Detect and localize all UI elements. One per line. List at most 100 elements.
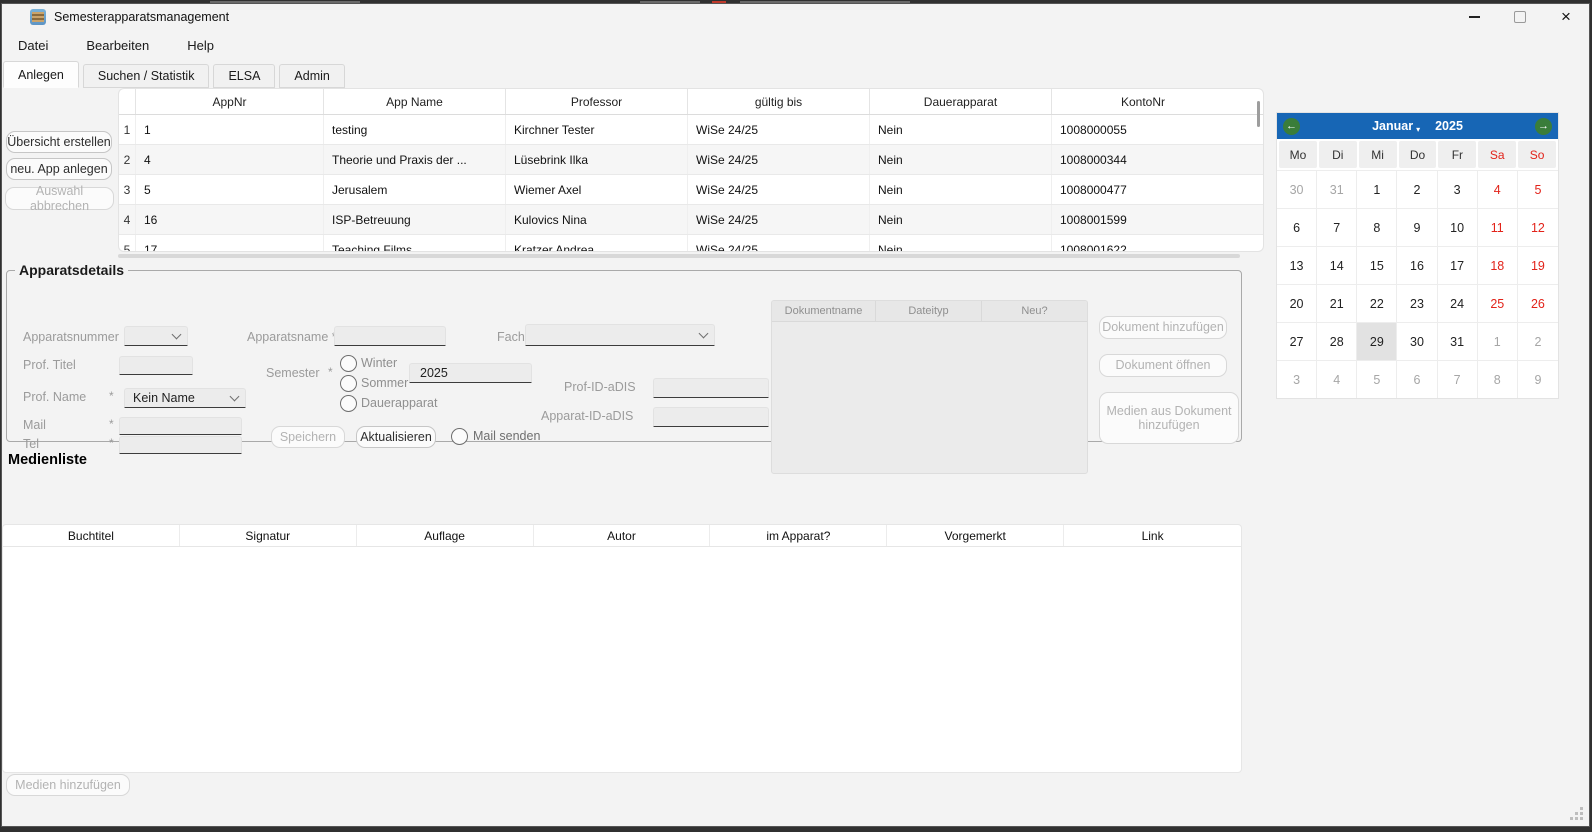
apparatsname-input[interactable] [334,326,446,346]
calendar-day[interactable]: 1 [1357,170,1397,208]
apps-column-header[interactable]: App Name [324,89,506,114]
prof-name-select[interactable]: Kein Name [124,388,246,408]
calendar-day[interactable]: 12 [1518,208,1558,246]
horizontal-scrollbar[interactable] [118,254,1240,258]
calendar-month[interactable]: Januar [1372,119,1413,133]
tab-suchen-statistik[interactable]: Suchen / Statistik [83,64,210,88]
close-button[interactable]: × [1543,4,1589,30]
calendar-day[interactable]: 4 [1478,170,1518,208]
calendar-day[interactable]: 14 [1317,246,1357,284]
calendar-day[interactable]: 28 [1317,322,1357,360]
table-row[interactable]: 24Theorie und Praxis der ...Lüsebrink Il… [119,145,1263,175]
table-row[interactable]: 416ISP-BetreuungKulovics NinaWiSe 24/25N… [119,205,1263,235]
table-row[interactable]: 35JerusalemWiemer AxelWiSe 24/25Nein1008… [119,175,1263,205]
calendar-day[interactable]: 24 [1438,284,1478,322]
calendar-day[interactable]: 15 [1357,246,1397,284]
apps-column-header[interactable]: KontoNr [1052,89,1234,114]
uebersicht-erstellen-button[interactable]: Übersicht erstellen [6,131,112,153]
calendar-day[interactable]: 13 [1277,246,1317,284]
calendar-day[interactable]: 1 [1478,322,1518,360]
documents-column-header[interactable]: Dateityp [876,301,982,321]
table-row[interactable]: 517Teaching FilmsKratzer AndreaWiSe 24/2… [119,235,1263,252]
tel-input[interactable] [119,436,242,454]
fach-select[interactable] [525,324,715,346]
resize-grip[interactable] [1569,806,1583,820]
calendar-day[interactable]: 7 [1317,208,1357,246]
calendar-day[interactable]: 7 [1438,360,1478,398]
calendar-day[interactable]: 8 [1357,208,1397,246]
calendar-prev-month-button[interactable]: ← [1283,118,1300,135]
neue-app-anlegen-button[interactable]: neu. App anlegen [6,158,112,180]
calendar-day[interactable]: 29 [1357,322,1397,360]
calendar-day[interactable]: 20 [1277,284,1317,322]
dauerapparat-radio[interactable] [340,395,357,412]
medienliste-column-header[interactable]: im Apparat? [710,525,887,546]
table-row[interactable]: 11testingKirchner TesterWiSe 24/25Nein10… [119,115,1263,145]
calendar-day[interactable]: 8 [1478,360,1518,398]
menu-bearbeiten[interactable]: Bearbeiten [78,34,157,57]
sommer-radio[interactable] [340,375,357,392]
semester-year-input[interactable]: 2025 [409,363,532,383]
calendar-day[interactable]: 5 [1357,360,1397,398]
calendar-day[interactable]: 11 [1478,208,1518,246]
calendar-day[interactable]: 25 [1478,284,1518,322]
calendar-day[interactable]: 16 [1397,246,1437,284]
tab-anlegen[interactable]: Anlegen [3,61,79,88]
table-cell: WiSe 24/25 [688,145,870,174]
calendar-day[interactable]: 9 [1397,208,1437,246]
calendar-day[interactable]: 19 [1518,246,1558,284]
calendar-day[interactable]: 17 [1438,246,1478,284]
calendar-day[interactable]: 23 [1397,284,1437,322]
calendar-day[interactable]: 3 [1438,170,1478,208]
calendar-day[interactable]: 5 [1518,170,1558,208]
documents-column-header[interactable]: Neu? [982,301,1087,321]
calendar-day[interactable]: 2 [1397,170,1437,208]
calendar-day[interactable]: 10 [1438,208,1478,246]
menu-help[interactable]: Help [179,34,222,57]
apparat-id-adis-input[interactable] [653,407,769,427]
auswahl-abbrechen-button: Auswahl abbrechen [5,187,114,210]
calendar-day[interactable]: 4 [1317,360,1357,398]
tab-elsa[interactable]: ELSA [213,64,275,88]
mail-input[interactable] [119,417,242,435]
menu-datei[interactable]: Datei [10,34,56,57]
vertical-scrollbar[interactable] [1257,101,1260,127]
medienliste-column-header[interactable]: Autor [534,525,711,546]
calendar-year[interactable]: 2025 [1435,119,1463,133]
medienliste-column-header[interactable]: Signatur [180,525,357,546]
documents-column-header[interactable]: Dokumentname [772,301,876,321]
apps-column-header[interactable]: AppNr [136,89,324,114]
minimize-button[interactable] [1451,4,1497,30]
calendar-day[interactable]: 22 [1357,284,1397,322]
calendar-day[interactable]: 2 [1518,322,1558,360]
apps-column-header[interactable]: Dauerapparat [870,89,1052,114]
calendar-day[interactable]: 31 [1317,170,1357,208]
calendar-day[interactable]: 9 [1518,360,1558,398]
calendar-day[interactable]: 3 [1277,360,1317,398]
prof-titel-input[interactable] [119,356,193,375]
apparatsnummer-select[interactable] [124,326,188,346]
medienliste-column-header[interactable]: Vorgemerkt [887,525,1064,546]
medienliste-column-header[interactable]: Link [1064,525,1241,546]
calendar-day[interactable]: 18 [1478,246,1518,284]
calendar-day[interactable]: 30 [1397,322,1437,360]
apps-column-header[interactable]: gültig bis [688,89,870,114]
medienliste-column-header[interactable]: Auflage [357,525,534,546]
aktualisieren-button[interactable]: Aktualisieren [356,426,436,448]
tab-admin[interactable]: Admin [279,64,344,88]
prof-id-adis-input[interactable] [653,378,769,398]
calendar-day[interactable]: 6 [1277,208,1317,246]
calendar-day[interactable]: 31 [1438,322,1478,360]
apps-column-header[interactable]: Professor [506,89,688,114]
calendar-next-month-button[interactable]: → [1535,118,1552,135]
calendar-day[interactable]: 27 [1277,322,1317,360]
calendar-day[interactable]: 26 [1518,284,1558,322]
calendar-title[interactable]: Januar▾2025 [1372,119,1463,133]
medienliste-column-header[interactable]: Buchtitel [3,525,180,546]
maximize-button[interactable] [1497,4,1543,30]
calendar-day[interactable]: 30 [1277,170,1317,208]
winter-radio[interactable] [340,355,357,372]
calendar-day[interactable]: 6 [1397,360,1437,398]
mail-senden-checkbox[interactable] [451,428,468,445]
calendar-day[interactable]: 21 [1317,284,1357,322]
